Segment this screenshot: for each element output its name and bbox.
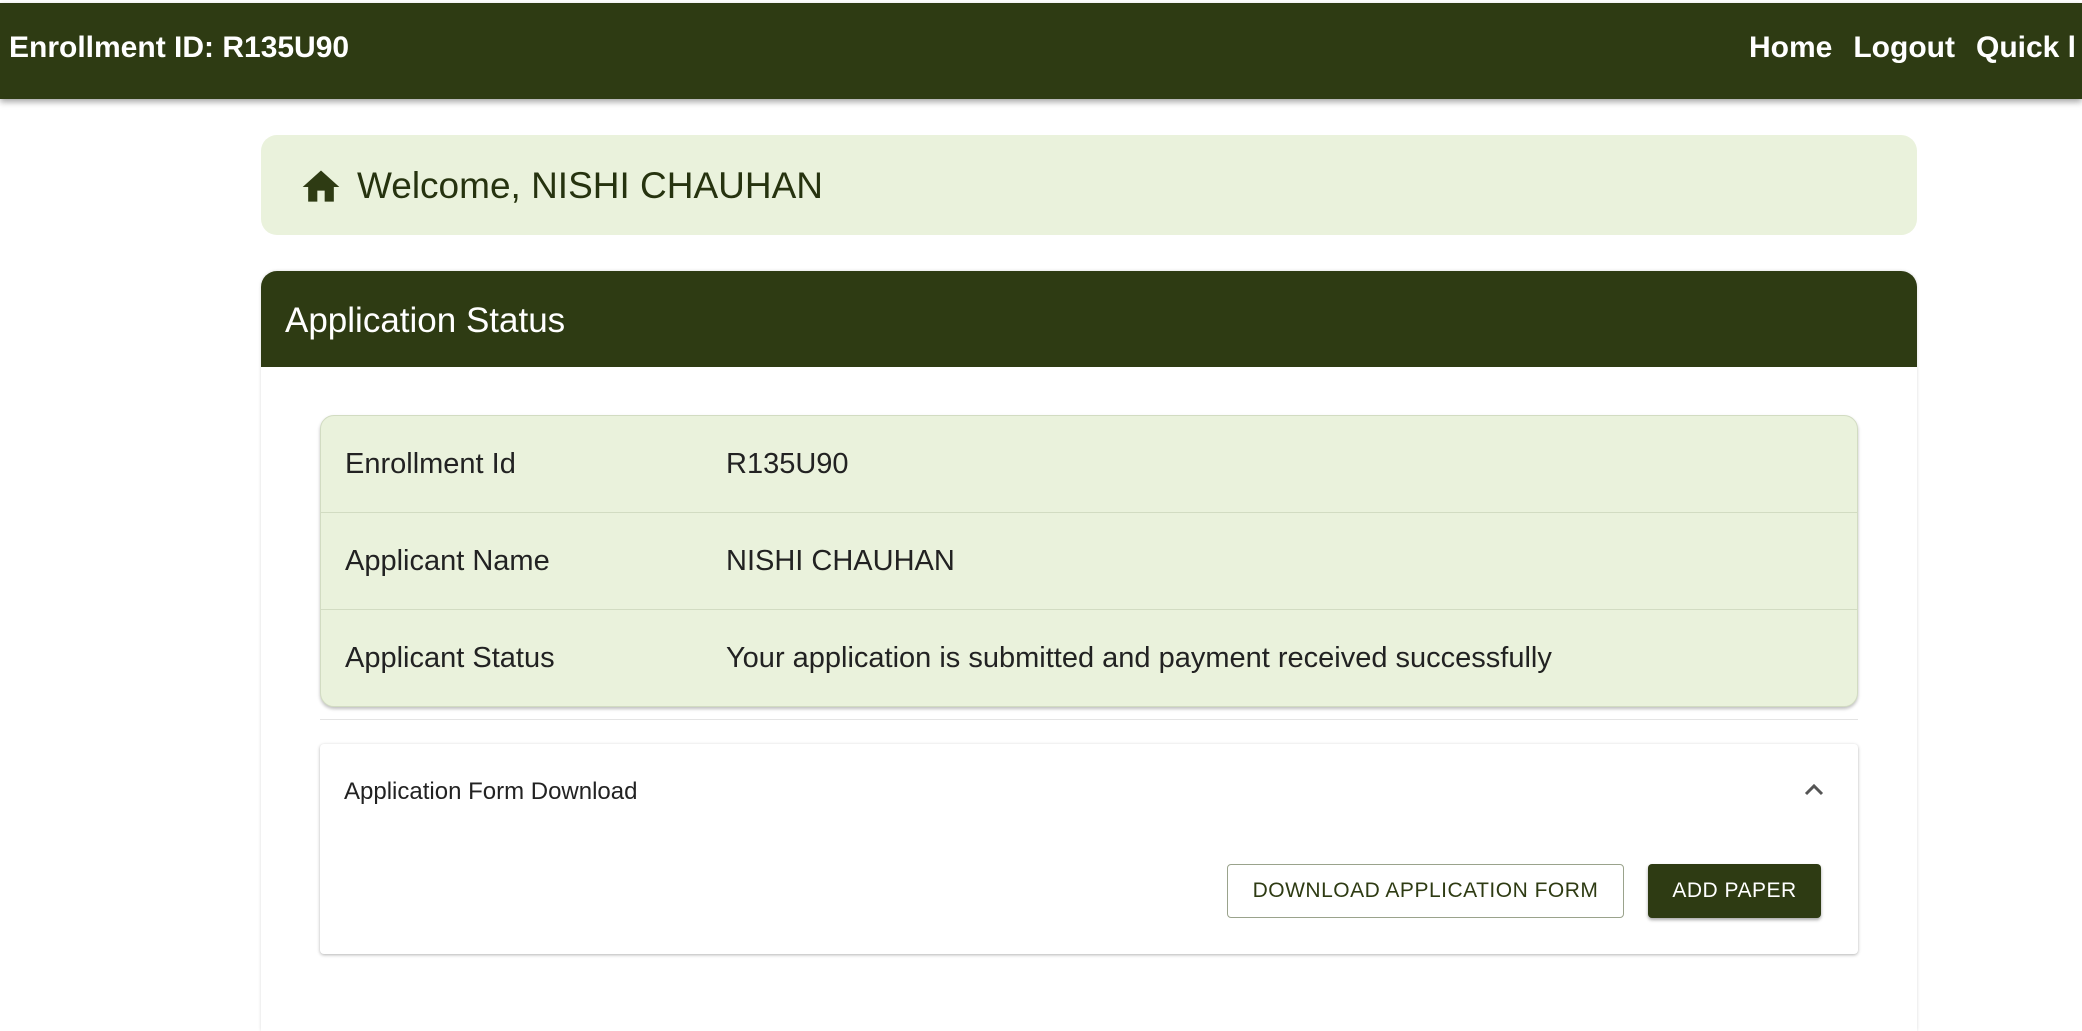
- home-icon: [302, 170, 340, 202]
- nav-quick-link[interactable]: Quick l: [1976, 31, 2076, 64]
- top-app-bar: Enrollment ID: R135U90 Home Logout Quick l: [0, 3, 2082, 99]
- info-label: Applicant Name: [345, 545, 550, 577]
- nav-logout-link[interactable]: Logout: [1853, 31, 1955, 64]
- nav-home-link[interactable]: Home: [1749, 31, 1832, 64]
- application-status-card: Application Status Enrollment Id R135U90…: [261, 271, 1917, 1031]
- info-value: Your application is submitted and paymen…: [726, 642, 1552, 674]
- chevron-up-icon[interactable]: [1802, 780, 1826, 798]
- applicant-info-table: Enrollment Id R135U90 Applicant Name NIS…: [320, 415, 1858, 707]
- info-value: NISHI CHAUHAN: [726, 545, 955, 577]
- welcome-text: Welcome, NISHI CHAUHAN: [357, 165, 824, 206]
- download-application-form-button[interactable]: DOWNLOAD APPLICATION FORM: [1227, 864, 1624, 918]
- card-title: Application Status: [285, 301, 566, 340]
- accordion-title[interactable]: Application Form Download: [344, 778, 637, 806]
- card-header: Application Status: [261, 271, 1917, 367]
- section-divider: [320, 719, 1858, 720]
- application-form-download-panel: Application Form Download DOWNLOAD APPLI…: [320, 744, 1858, 954]
- welcome-banner: Welcome, NISHI CHAUHAN: [261, 135, 1917, 235]
- enrollment-id-title: Enrollment ID: R135U90: [9, 31, 350, 64]
- info-label: Enrollment Id: [345, 448, 516, 480]
- info-row-enrollment-id: Enrollment Id R135U90: [321, 416, 1857, 513]
- info-row-applicant-name: Applicant Name NISHI CHAUHAN: [321, 513, 1857, 610]
- info-label: Applicant Status: [345, 642, 555, 674]
- top-nav: Home Logout Quick l: [1749, 31, 2082, 65]
- info-value: R135U90: [726, 448, 849, 480]
- add-paper-button[interactable]: ADD PAPER: [1648, 864, 1821, 918]
- info-row-applicant-status: Applicant Status Your application is sub…: [321, 610, 1857, 706]
